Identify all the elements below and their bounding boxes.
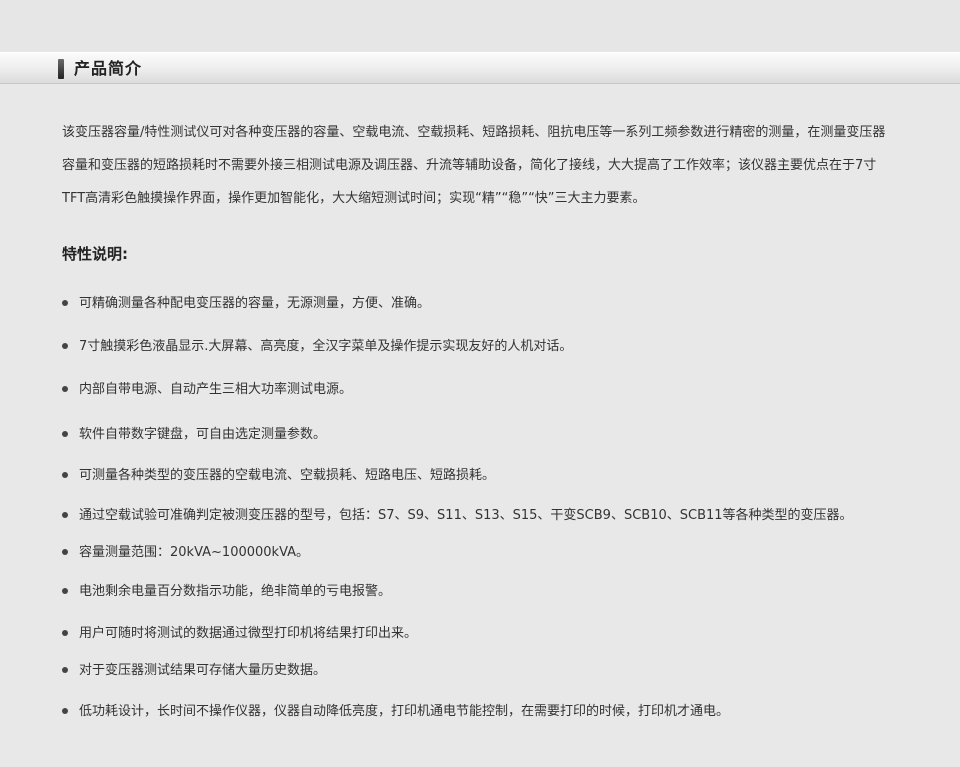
bullet-icon	[62, 342, 68, 349]
feature-text: 软件自带数字键盘，可自由选定测量参数。	[79, 427, 327, 442]
bullet-icon	[62, 430, 68, 437]
feature-item: 通过空载试验可准确判定被测变压器的型号，包括：S7、S9、S11、S13、S15…	[62, 505, 853, 527]
feature-text: 容量测量范围：20kVA~100000kVA。	[79, 545, 310, 560]
top-band	[0, 0, 960, 52]
header-marker-icon	[58, 59, 64, 79]
bullet-icon	[62, 629, 68, 636]
feature-item: 软件自带数字键盘，可自由选定测量参数。	[62, 424, 326, 446]
feature-text: 电池剩余电量百分数指示功能，绝非简单的亏电报警。	[79, 584, 392, 599]
feature-item: 容量测量范围：20kVA~100000kVA。	[62, 542, 309, 564]
feature-text: 7寸触摸彩色液晶显示.大屏幕、高亮度，全汉字菜单及操作提示实现友好的人机对话。	[79, 339, 573, 354]
bullet-icon	[62, 299, 68, 306]
feature-text: 通过空载试验可准确判定被测变压器的型号，包括：S7、S9、S11、S13、S15…	[79, 508, 853, 523]
feature-item: 用户可随时将测试的数据通过微型打印机将结果打印出来。	[62, 623, 417, 645]
feature-text: 可测量各种类型的变压器的空载电流、空载损耗、短路电压、短路损耗。	[79, 468, 496, 483]
bullet-icon	[62, 707, 68, 714]
section-title: 产品简介	[74, 59, 143, 78]
bullet-icon	[62, 666, 68, 673]
bullet-icon	[62, 587, 68, 594]
feature-item: 可精确测量各种配电变压器的容量，无源测量，方便、准确。	[62, 293, 430, 315]
bullet-icon	[62, 385, 68, 392]
feature-item: 低功耗设计，长时间不操作仪器，仪器自动降低亮度，打印机通电节能控制，在需要打印的…	[62, 701, 729, 723]
feature-item: 7寸触摸彩色液晶显示.大屏幕、高亮度，全汉字菜单及操作提示实现友好的人机对话。	[62, 336, 572, 358]
feature-item: 内部自带电源、自动产生三相大功率测试电源。	[62, 379, 352, 401]
feature-item: 对于变压器测试结果可存储大量历史数据。	[62, 660, 326, 682]
feature-text: 低功耗设计，长时间不操作仪器，仪器自动降低亮度，打印机通电节能控制，在需要打印的…	[79, 704, 730, 719]
features-title: 特性说明:	[62, 245, 128, 263]
product-intro: 该变压器容量/特性测试仪可对各种变压器的容量、空载电流、空载损耗、短路损耗、阻抗…	[62, 125, 886, 206]
feature-text: 内部自带电源、自动产生三相大功率测试电源。	[79, 382, 353, 397]
bullet-icon	[62, 471, 68, 478]
feature-item: 可测量各种类型的变压器的空载电流、空载损耗、短路电压、短路损耗。	[62, 465, 495, 487]
feature-item: 电池剩余电量百分数指示功能，绝非简单的亏电报警。	[62, 581, 391, 603]
section-header: 产品简介	[0, 52, 960, 84]
feature-text: 可精确测量各种配电变压器的容量，无源测量，方便、准确。	[79, 296, 431, 311]
bullet-icon	[62, 511, 68, 518]
feature-text: 用户可随时将测试的数据通过微型打印机将结果打印出来。	[79, 626, 418, 641]
feature-text: 对于变压器测试结果可存储大量历史数据。	[79, 663, 327, 678]
bullet-icon	[62, 548, 68, 555]
